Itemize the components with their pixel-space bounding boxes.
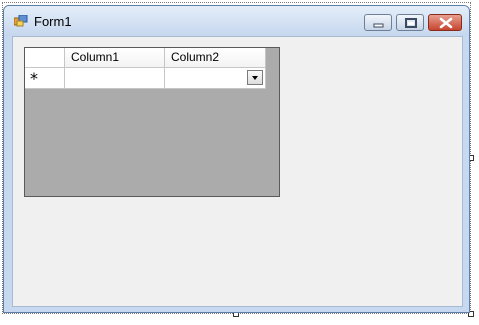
- title-bar[interactable]: Form1: [4, 6, 469, 36]
- maximize-button[interactable]: [396, 14, 424, 31]
- close-icon: [439, 17, 453, 29]
- maximize-icon: [405, 18, 417, 28]
- grid-cell-column2[interactable]: [165, 68, 266, 89]
- data-grid-view[interactable]: Column1 Column2 *: [24, 47, 280, 197]
- form-icon: [14, 15, 28, 27]
- minimize-button[interactable]: [364, 14, 392, 31]
- minimize-icon: [373, 23, 384, 28]
- column-header-column1[interactable]: Column1: [65, 48, 165, 68]
- window-title: Form1: [34, 14, 72, 29]
- combobox-dropdown-button[interactable]: [247, 70, 263, 85]
- column-header-column2[interactable]: Column2: [165, 48, 266, 68]
- designer-surface: Form1 Column1 Column2 *: [0, 0, 479, 325]
- grid-cell-column1[interactable]: [65, 68, 165, 89]
- new-row-header[interactable]: *: [25, 68, 65, 89]
- close-button[interactable]: [428, 14, 462, 31]
- form-client-area: Column1 Column2 *: [12, 36, 463, 307]
- grid-corner-header[interactable]: [25, 48, 65, 68]
- form-window: Form1 Column1 Column2 *: [3, 5, 470, 313]
